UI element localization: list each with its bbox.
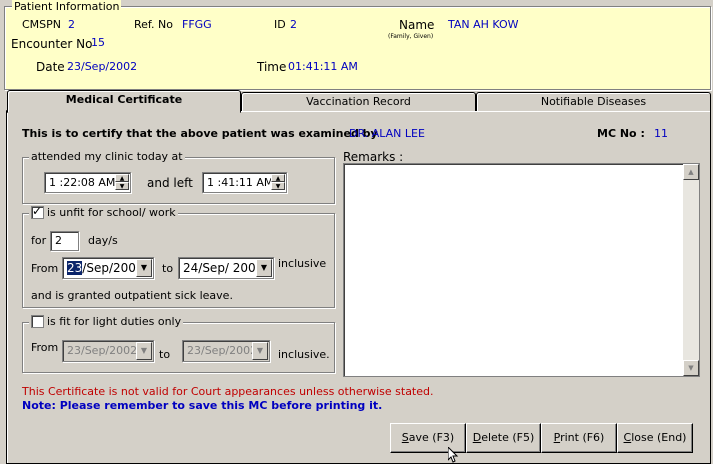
tab-medical-certificate[interactable]: Medical Certificate: [7, 90, 241, 113]
remarks-label: Remarks :: [343, 150, 404, 164]
print-button[interactable]: Print (F6): [541, 423, 617, 453]
light-from-label: From: [31, 341, 59, 354]
name-label: Name: [399, 18, 435, 32]
to-label: to: [162, 262, 174, 275]
light-from-date-select[interactable]: 23/Sep/2002 ▼: [62, 340, 154, 362]
days-label: day/s: [88, 234, 118, 247]
spin-down-icon[interactable]: ▼: [115, 182, 129, 190]
cmspn-label: CMSPN: [22, 18, 62, 31]
light-inclusive-label: inclusive.: [278, 348, 330, 361]
certify-text: This is to certify that the above patien…: [22, 127, 378, 140]
mc-no-value: 11: [654, 127, 668, 140]
encounter-label: Encounter No: [11, 37, 93, 51]
light-to-date-value: 23/Sep/2002: [187, 344, 258, 357]
spin-up-icon[interactable]: ▲: [271, 174, 285, 182]
inclusive-label: inclusive: [278, 257, 327, 270]
date-label: Date: [36, 60, 65, 74]
and-left-label: and left: [147, 176, 193, 190]
spin-down-icon[interactable]: ▼: [271, 182, 285, 190]
spin-up-icon[interactable]: ▲: [115, 174, 129, 182]
from-date-selected-day: 23: [67, 261, 83, 275]
to-date-value: 24/Sep/ 2002: [183, 261, 264, 275]
date-value: 23/Sep/2002: [67, 60, 138, 73]
chevron-down-icon[interactable]: ▼: [136, 259, 152, 277]
chevron-down-icon[interactable]: ▼: [256, 259, 272, 277]
attended-title: attended my clinic today at: [31, 150, 183, 163]
light-to-date-select[interactable]: 23/Sep/2002 ▼: [182, 340, 270, 362]
encounter-value: 15: [91, 36, 105, 49]
time-out-spinner[interactable]: ▲ ▼: [271, 174, 285, 191]
scroll-up-icon[interactable]: ▲: [683, 164, 699, 180]
light-from-date-value: 23/Sep/2002: [67, 344, 138, 357]
days-value: 2: [55, 234, 62, 247]
light-to-label: to: [159, 348, 171, 361]
delete-button[interactable]: Delete (F5): [466, 423, 541, 453]
patient-info-group: [4, 6, 711, 90]
chevron-down-icon[interactable]: ▼: [252, 342, 268, 360]
patient-info-title: Patient Information: [12, 0, 122, 13]
time-in-field[interactable]: 1 :22:08 AM ▲ ▼: [44, 172, 131, 193]
to-date-select[interactable]: 24/Sep/ 2002 ▼: [178, 257, 274, 279]
time-out-value: 1 :41:11 AM: [207, 176, 274, 189]
time-in-value: 1 :22:08 AM: [49, 176, 116, 189]
remarks-textarea[interactable]: ▲ ▼: [343, 163, 700, 377]
close-button[interactable]: Close (End): [617, 423, 693, 453]
id-label: ID: [274, 18, 286, 31]
cmspn-value: 2: [68, 18, 75, 31]
for-label: for: [31, 234, 47, 247]
doctor-name: DR. ALAN LEE: [349, 127, 425, 140]
from-date-select[interactable]: 23/Sep/2002 ▼: [62, 257, 154, 279]
from-label: From: [31, 262, 59, 275]
from-date-rest: /Sep/2002: [82, 261, 144, 275]
days-input[interactable]: 2: [50, 231, 79, 251]
ref-no-label: Ref. No: [134, 18, 173, 31]
save-note: Note: Please remember to save this MC be…: [22, 399, 383, 412]
time-label: Time: [257, 60, 287, 74]
mouse-cursor-icon: [448, 447, 459, 463]
id-value: 2: [290, 18, 297, 31]
court-warning: This Certificate is not valid for Court …: [22, 385, 434, 398]
light-duties-checkbox[interactable]: [31, 315, 44, 328]
light-duties-title: is fit for light duties only: [47, 315, 182, 328]
tab-notifiable-diseases[interactable]: Notifiable Diseases: [476, 92, 711, 111]
tab-vaccination-record[interactable]: Vaccination Record: [241, 92, 476, 111]
time-value: 01:41:11 AM: [288, 60, 358, 73]
unfit-title: is unfit for school/ work: [47, 206, 176, 219]
chevron-down-icon[interactable]: ▼: [136, 342, 152, 360]
mc-no-label: MC No :: [597, 127, 645, 140]
scroll-down-icon[interactable]: ▼: [683, 360, 699, 376]
name-hint: (Family, Given): [388, 33, 434, 40]
time-in-spinner[interactable]: ▲ ▼: [115, 174, 129, 191]
remarks-scrollbar[interactable]: ▲ ▼: [683, 164, 699, 376]
name-value: TAN AH KOW: [448, 18, 519, 31]
time-out-field[interactable]: 1 :41:11 AM ▲ ▼: [202, 172, 287, 193]
sick-leave-text: and is granted outpatient sick leave.: [31, 289, 233, 302]
ref-no-value: FFGG: [182, 18, 212, 31]
unfit-checkbox[interactable]: [31, 204, 44, 219]
